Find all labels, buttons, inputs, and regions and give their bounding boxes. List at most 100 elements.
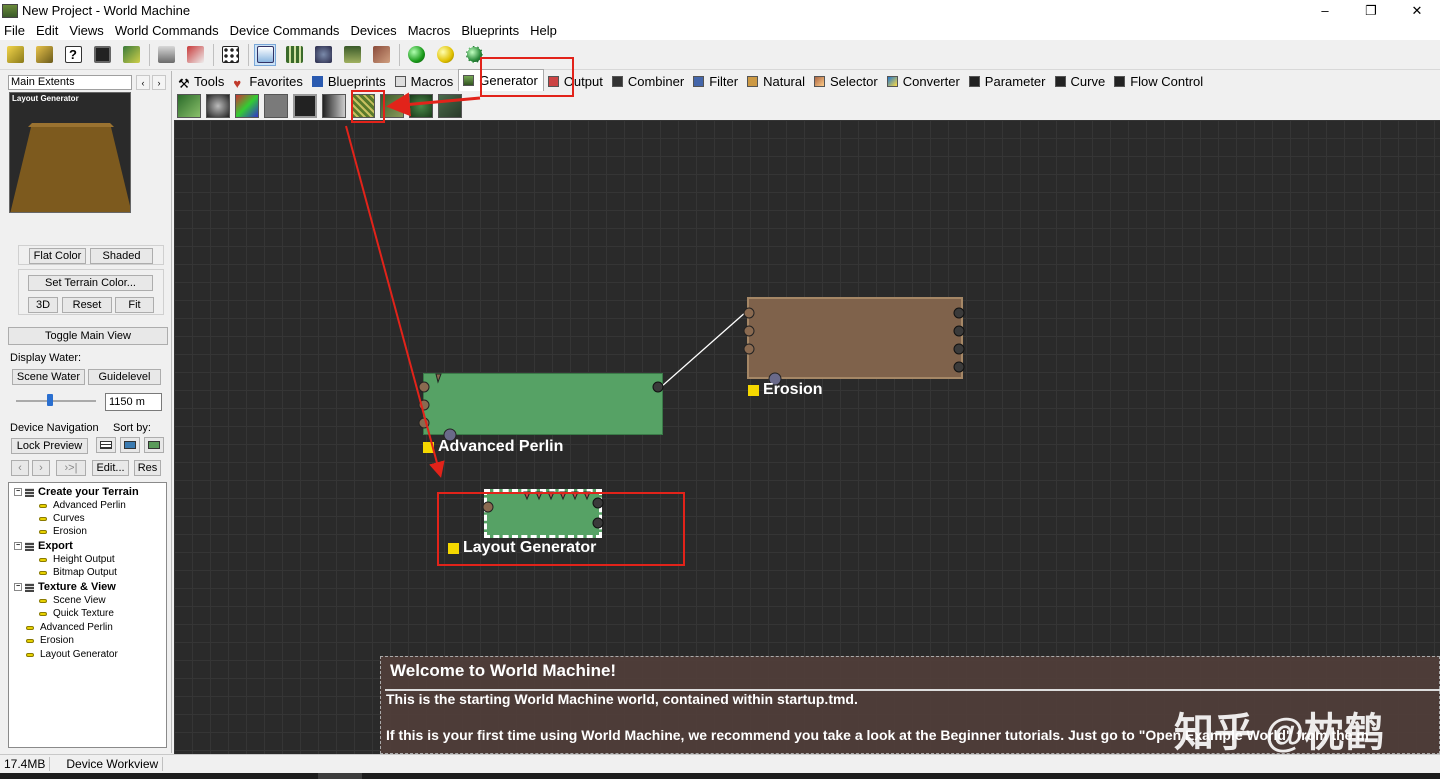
nav-prev-button[interactable]: ‹ — [11, 460, 29, 476]
gradient-device-icon[interactable] — [235, 93, 259, 118]
toggle-main-view-button[interactable]: Toggle Main View — [8, 327, 168, 345]
device-icon — [26, 625, 34, 630]
device-icon — [39, 557, 47, 562]
res-button[interactable]: Res — [134, 460, 161, 476]
layout-view-icon[interactable] — [283, 44, 305, 66]
tree-item-erosion-root[interactable]: Erosion — [26, 635, 74, 646]
extents-selector[interactable]: Main Extents — [8, 75, 132, 90]
taskbar-item[interactable] — [318, 773, 362, 779]
new-project-icon[interactable] — [4, 44, 26, 66]
tab-filter[interactable]: Filter — [689, 71, 743, 91]
edit-button[interactable]: Edit... — [92, 460, 129, 476]
flat-color-button[interactable]: Flat Color — [29, 248, 86, 264]
tab-flow-control[interactable]: Flow Control — [1110, 71, 1208, 91]
device-icon — [26, 652, 34, 657]
green-orb-icon[interactable] — [405, 44, 427, 66]
macro-tool-icon[interactable] — [184, 44, 206, 66]
curve-icon — [1054, 75, 1066, 87]
yellow-orb-icon[interactable] — [434, 44, 456, 66]
erosion-node[interactable] — [743, 297, 965, 386]
window-title: New Project - World Machine — [22, 3, 191, 18]
menu-blueprints[interactable]: Blueprints — [461, 23, 519, 38]
tree-item-bitmap-output[interactable]: Bitmap Output — [39, 567, 117, 578]
dice-icon[interactable] — [219, 44, 241, 66]
tab-favorites[interactable]: ♥ Favorites — [229, 71, 307, 91]
tree-group-texture-view[interactable]: − Texture & View — [14, 581, 116, 593]
water-level-slider[interactable] — [47, 394, 53, 406]
tree-item-scene-view[interactable]: Scene View — [39, 595, 106, 606]
advanced-perlin-node[interactable] — [418, 373, 664, 442]
blueprint-icon — [311, 75, 323, 87]
workview-icon[interactable] — [254, 43, 276, 66]
checkmark-tool-icon[interactable] — [120, 44, 142, 66]
minimize-button[interactable]: – — [1302, 0, 1348, 21]
linear-gradient-device-icon[interactable] — [322, 93, 346, 118]
tree-group-export[interactable]: − Export — [14, 540, 73, 552]
tab-selector[interactable]: Selector — [810, 71, 883, 91]
constant-device-icon[interactable] — [264, 93, 288, 118]
set-terrain-color-button[interactable]: Set Terrain Color... — [28, 275, 153, 291]
fit-button[interactable]: Fit — [115, 297, 154, 313]
tab-blueprints[interactable]: Blueprints — [308, 71, 391, 91]
menu-file[interactable]: File — [4, 23, 25, 38]
sort-list-icon[interactable] — [96, 437, 116, 453]
build-icon[interactable] — [155, 44, 177, 66]
water-level-input[interactable]: 1150 m — [105, 393, 162, 411]
save-icon[interactable] — [91, 44, 113, 66]
nav-end-button[interactable]: ›>| — [56, 460, 86, 476]
texture-view-icon[interactable] — [370, 44, 392, 66]
terrain-view-icon[interactable] — [341, 44, 363, 66]
menu-views[interactable]: Views — [69, 23, 103, 38]
maximize-button[interactable]: ❐ — [1348, 0, 1394, 21]
converter-icon — [886, 75, 898, 87]
preview-window[interactable]: Layout Generator — [9, 92, 131, 213]
tab-curve[interactable]: Curve — [1051, 71, 1111, 91]
menu-edit[interactable]: Edit — [36, 23, 58, 38]
tree-item-quick-texture[interactable]: Quick Texture — [39, 608, 114, 619]
menu-world-commands[interactable]: World Commands — [115, 23, 219, 38]
tab-converter[interactable]: Converter — [883, 71, 965, 91]
voronoi-device-icon[interactable] — [206, 93, 230, 118]
sort-layout-icon[interactable] — [120, 437, 140, 453]
menu-macros[interactable]: Macros — [408, 23, 451, 38]
shaded-button[interactable]: Shaded — [90, 248, 153, 264]
tab-tools[interactable]: ⚒ Tools — [174, 71, 229, 91]
3d-button[interactable]: 3D — [28, 297, 58, 313]
lock-preview-button[interactable]: Lock Preview — [11, 438, 88, 454]
menu-devices[interactable]: Devices — [350, 23, 396, 38]
menu-device-commands[interactable]: Device Commands — [230, 23, 340, 38]
device-workview[interactable]: Advanced Perlin Erosion Layout Generator… — [174, 120, 1440, 754]
tree-item-advanced-perlin-root[interactable]: Advanced Perlin — [26, 622, 113, 633]
tree-item-layout-generator[interactable]: Layout Generator — [26, 649, 118, 660]
tab-natural[interactable]: Natural — [743, 71, 810, 91]
group-icon — [25, 582, 34, 592]
device-icon — [39, 529, 47, 534]
extents-prev-button[interactable]: ‹ — [136, 75, 150, 90]
sort-graph-icon[interactable] — [144, 437, 164, 453]
tree-group-create-terrain[interactable]: − Create your Terrain — [14, 486, 139, 498]
tab-macros[interactable]: Macros — [391, 71, 459, 91]
scene-water-button[interactable]: Scene Water — [12, 369, 85, 385]
blank-device-icon[interactable] — [438, 93, 462, 118]
open-project-icon[interactable] — [33, 44, 55, 66]
close-button[interactable]: ✕ — [1394, 0, 1440, 21]
group-icon — [25, 541, 34, 551]
device-tabs: ⚒ Tools ♥ Favorites Blueprints Macros Gene… — [174, 69, 1440, 91]
tab-parameter[interactable]: Parameter — [965, 71, 1051, 91]
shape-device-icon[interactable] — [409, 93, 433, 118]
guidelevel-button[interactable]: Guidelevel — [88, 369, 161, 385]
reset-button[interactable]: Reset — [62, 297, 112, 313]
tree-item-erosion[interactable]: Erosion — [39, 526, 87, 537]
help-icon[interactable]: ? — [62, 44, 84, 66]
advanced-perlin-device-icon[interactable] — [177, 93, 201, 118]
tree-item-curves[interactable]: Curves — [39, 513, 85, 524]
extents-next-button[interactable]: › — [152, 75, 166, 90]
tree-item-advanced-perlin[interactable]: Advanced Perlin — [39, 500, 126, 511]
file-input-device-icon[interactable] — [293, 93, 317, 118]
tree-item-height-output[interactable]: Height Output — [39, 554, 115, 565]
menu-help[interactable]: Help — [530, 23, 557, 38]
3d-view-icon[interactable] — [312, 44, 334, 66]
nav-next-button[interactable]: › — [32, 460, 50, 476]
tab-combiner[interactable]: Combiner — [608, 71, 689, 91]
watermark-text: 知乎 @枕鹤 — [1174, 711, 1385, 754]
